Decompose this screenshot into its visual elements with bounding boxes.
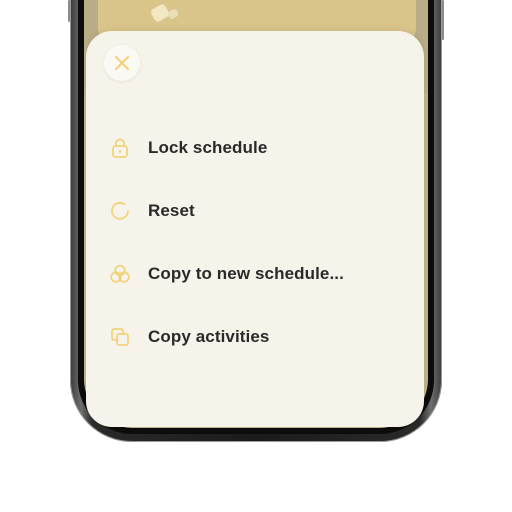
close-button[interactable] (104, 45, 140, 81)
action-menu: Lock schedule Reset Copy to new schedule… (104, 116, 404, 368)
menu-item-label: Reset (148, 200, 195, 220)
close-icon (114, 55, 130, 71)
menu-item-copy-activities[interactable]: Copy activities (104, 305, 404, 368)
copy-activities-icon (104, 321, 136, 353)
menu-item-reset[interactable]: Reset (104, 179, 404, 242)
menu-item-copy-to-new-schedule[interactable]: Copy to new schedule... (104, 242, 404, 305)
reset-icon (104, 195, 136, 227)
menu-item-label: Lock schedule (148, 137, 268, 157)
menu-item-label: Copy to new schedule... (148, 263, 344, 283)
screenshot-stage: Lock schedule Reset Copy to new schedule… (0, 0, 512, 512)
menu-item-lock-schedule[interactable]: Lock schedule (104, 116, 404, 179)
menu-item-label: Copy activities (148, 326, 270, 346)
copy-to-new-icon (104, 258, 136, 290)
lock-icon (104, 132, 136, 164)
